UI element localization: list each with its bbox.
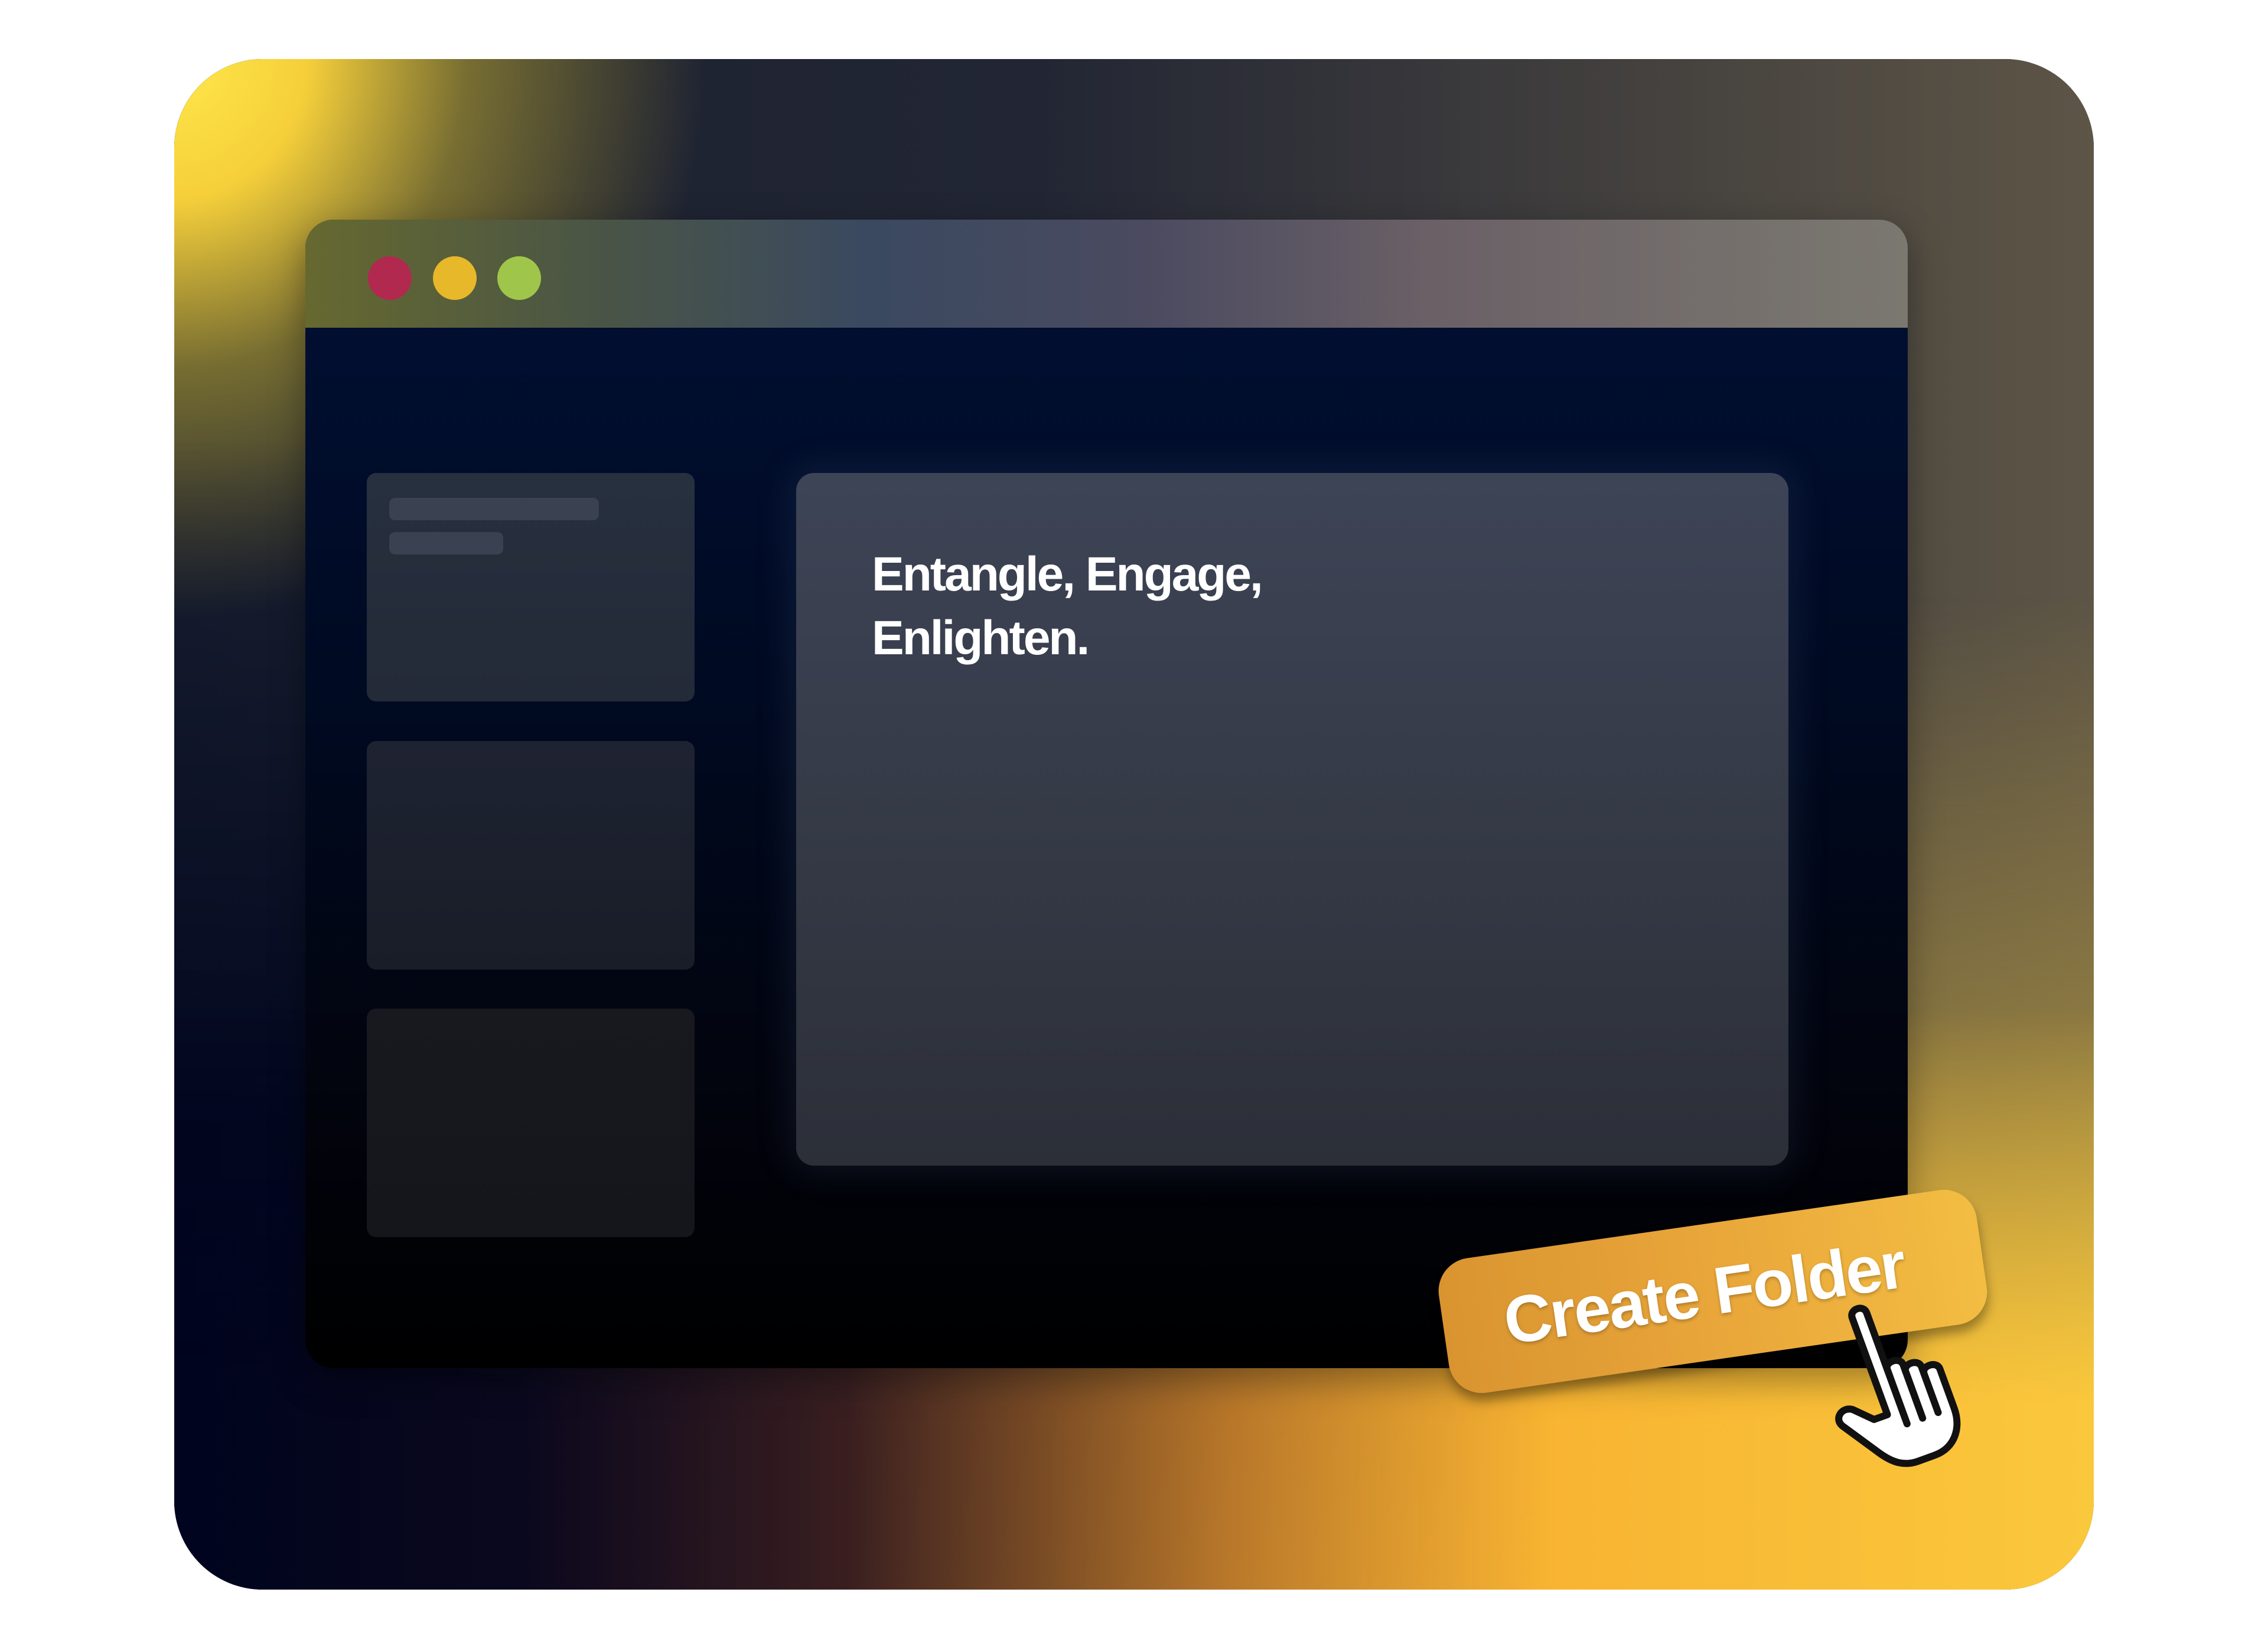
skeleton-line-title (389, 498, 599, 520)
headline-line-1: Entangle, Engage, (872, 547, 1263, 601)
maximize-window-button[interactable] (497, 256, 541, 300)
sidebar-card-1[interactable] (367, 473, 695, 701)
main-content-card: Entangle, Engage, Enlighten. (796, 473, 1788, 1166)
stage: Entangle, Engage, Enlighten. Create Fold… (0, 0, 2268, 1651)
skeleton-line-subtitle (389, 532, 503, 554)
app-window: Entangle, Engage, Enlighten. (305, 220, 1908, 1368)
headline: Entangle, Engage, Enlighten. (872, 543, 1263, 670)
headline-line-2: Enlighten. (872, 611, 1090, 665)
sidebar-card-3[interactable] (367, 1009, 695, 1237)
sidebar-card-2[interactable] (367, 741, 695, 970)
close-window-button[interactable] (368, 256, 412, 300)
window-titlebar (305, 220, 1908, 328)
minimize-window-button[interactable] (433, 256, 477, 300)
hand-pointer-icon (1835, 1304, 1961, 1467)
